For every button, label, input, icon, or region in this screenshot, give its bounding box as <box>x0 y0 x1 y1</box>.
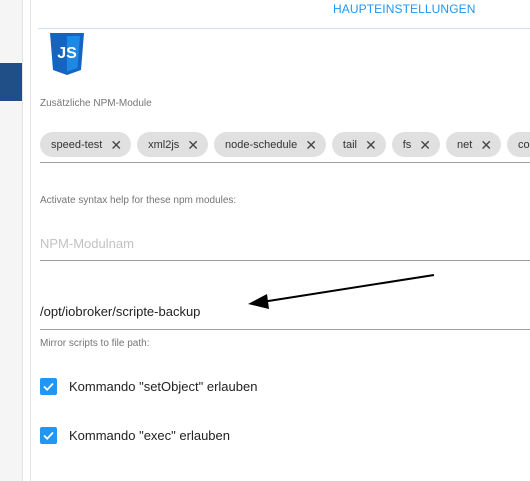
close-icon[interactable]: ✕ <box>305 138 317 152</box>
sidebar-active-item[interactable] <box>0 63 22 101</box>
chip-label: xml2js <box>148 138 180 151</box>
chip-label: speed-test <box>51 138 103 151</box>
chip-label: fs <box>402 138 412 151</box>
panel-divider <box>30 0 31 481</box>
close-icon[interactable]: ✕ <box>110 138 122 152</box>
exec-checkbox-label: Kommando "exec" erlauben <box>69 428 230 443</box>
tab-underline <box>38 28 530 29</box>
chip-net[interactable]: net ✕ <box>446 132 502 157</box>
chip-node-schedule[interactable]: node-schedule ✕ <box>214 132 326 157</box>
chip-label: net <box>457 138 473 151</box>
annotation-arrow <box>248 274 435 309</box>
npm-module-name-input[interactable] <box>40 226 530 261</box>
tab-main-settings[interactable]: HAUPTEINSTELLUNGEN <box>333 0 476 16</box>
chip-label: countr <box>518 138 530 151</box>
mirror-path-label: Mirror scripts to file path: <box>40 338 150 349</box>
close-icon[interactable]: ✕ <box>365 138 377 152</box>
exec-checkbox-row[interactable]: Kommando "exec" erlauben <box>40 427 230 444</box>
close-icon[interactable]: ✕ <box>187 138 199 152</box>
chip-label: node-schedule <box>225 138 298 151</box>
setobject-checkbox[interactable] <box>40 378 57 395</box>
chip-xml2js[interactable]: xml2js ✕ <box>137 132 209 157</box>
chips-underline <box>40 162 530 163</box>
chip-fs[interactable]: fs ✕ <box>391 132 441 157</box>
exec-checkbox[interactable] <box>40 427 57 444</box>
chip-tail[interactable]: tail ✕ <box>331 132 386 157</box>
settings-page: HAUPTEINSTELLUNGEN JS Zusätzliche NPM-Mo… <box>0 0 530 481</box>
chip-speed-test[interactable]: speed-test ✕ <box>40 132 132 157</box>
npm-modules-label: Zusätzliche NPM-Module <box>40 98 152 109</box>
checkmark-icon <box>43 382 54 391</box>
chip-countr[interactable]: countr <box>507 132 530 157</box>
checkmark-icon <box>43 431 54 440</box>
setobject-checkbox-row[interactable]: Kommando "setObject" erlauben <box>40 378 257 395</box>
close-icon[interactable]: ✕ <box>419 138 431 152</box>
npm-modules-chip-list: speed-test ✕ xml2js ✕ node-schedule ✕ tail ✕… <box>40 132 530 157</box>
javascript-logo-icon: JS <box>50 33 84 75</box>
chip-label: tail <box>342 138 357 151</box>
close-icon[interactable]: ✕ <box>480 138 492 152</box>
logo-text: JS <box>57 45 77 62</box>
setobject-checkbox-label: Kommando "setObject" erlauben <box>69 379 258 394</box>
syntax-help-label: Activate syntax help for these npm modul… <box>40 195 237 206</box>
